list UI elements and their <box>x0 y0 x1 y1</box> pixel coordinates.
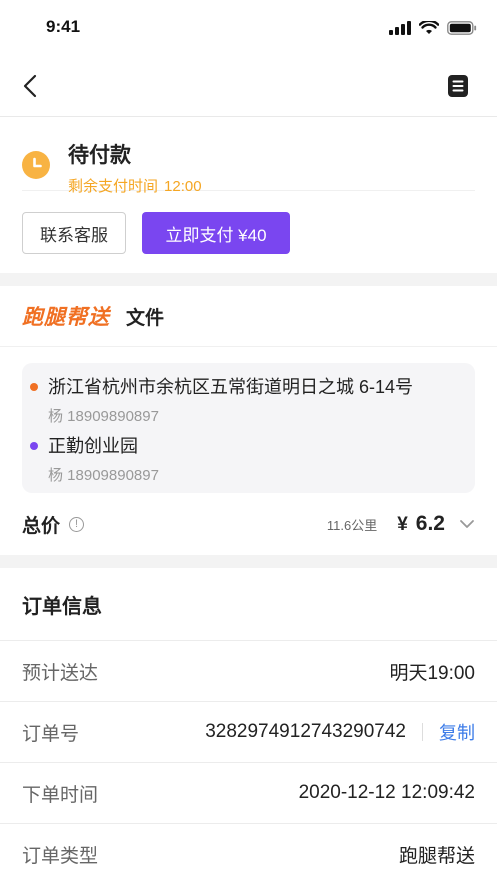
pickup-address: 浙江省杭州市余杭区五常街道明日之城 6-14号 杨 18909890897 <box>30 375 467 426</box>
total-label: 总价 <box>22 515 61 537</box>
pay-now-button[interactable]: 立即支付 ¥40 <box>142 212 290 254</box>
order-time-value: 2020-12-12 12:09:42 <box>298 782 475 803</box>
section-divider <box>0 555 497 568</box>
order-status-title: 待付款 <box>68 144 131 167</box>
order-number-row: 订单号 3282974912743290742 复制 <box>0 702 497 763</box>
total-price-row[interactable]: 总价 ! 11.6公里 ¥6.2 <box>0 493 497 555</box>
section-divider <box>0 273 497 286</box>
eta-label: 预计送达 <box>22 662 99 684</box>
document-icon <box>448 75 468 97</box>
order-type-row: 订单类型 跑腿帮送 <box>0 824 497 884</box>
action-bar: 联系客服 立即支付 ¥40 <box>22 191 475 273</box>
status-icons <box>389 21 477 35</box>
copy-divider <box>422 723 423 741</box>
dropoff-address: 正勤创业园 杨 18909890897 <box>30 434 467 485</box>
order-status-row: 待付款 剩余支付时间 12:00 <box>22 117 475 195</box>
currency-symbol: ¥ <box>397 514 408 535</box>
pickup-address-text: 浙江省杭州市余杭区五常街道明日之城 6-14号 <box>48 377 414 397</box>
order-time-row: 下单时间 2020-12-12 12:09:42 <box>0 763 497 824</box>
eta-row: 预计送达 明天19:00 <box>0 641 497 702</box>
status-time: 9:41 <box>46 17 81 36</box>
address-card: 浙江省杭州市余杭区五常街道明日之城 6-14号 杨 18909890897 正勤… <box>22 363 475 493</box>
service-header: 跑腿帮送 文件 <box>0 286 497 347</box>
dropoff-address-text: 正勤创业园 <box>48 436 138 456</box>
remaining-label: 剩余支付时间 <box>68 178 159 195</box>
order-type-label: 订单类型 <box>22 845 99 867</box>
dropoff-dot-icon <box>30 442 38 450</box>
chevron-down-icon[interactable] <box>459 519 475 529</box>
signal-icon <box>389 21 411 35</box>
remaining-time-text: 剩余支付时间 12:00 <box>68 175 202 196</box>
order-status-section: 待付款 剩余支付时间 12:00 联系客服 立即支付 ¥40 <box>0 117 497 273</box>
copy-button[interactable]: 复制 <box>439 719 475 745</box>
nav-bar <box>0 56 497 117</box>
remaining-time-value: 12:00 <box>164 178 202 195</box>
pickup-dot-icon <box>30 383 38 391</box>
total-price: ¥6.2 <box>397 512 445 536</box>
wifi-icon <box>419 21 439 34</box>
order-detail-button[interactable] <box>447 74 473 100</box>
chevron-left-icon <box>23 74 37 98</box>
battery-icon <box>447 21 477 35</box>
info-icon[interactable]: ! <box>69 516 85 532</box>
distance: 11.6公里 <box>326 517 378 533</box>
contact-service-button[interactable]: 联系客服 <box>22 212 126 254</box>
eta-value: 明天19:00 <box>389 662 475 684</box>
order-type-value: 跑腿帮送 <box>398 845 475 867</box>
brand-logo: 跑腿帮送 <box>22 306 110 329</box>
service-type: 文件 <box>126 307 165 329</box>
order-info-title: 订单信息 <box>0 568 497 641</box>
pickup-contact: 杨 18909890897 <box>48 408 159 425</box>
status-bar: 9:41 <box>0 0 497 56</box>
order-number-value: 3282974912743290742 <box>205 721 406 742</box>
total-price-value: 6.2 <box>415 512 445 535</box>
clock-icon <box>22 151 50 179</box>
dropoff-contact: 杨 18909890897 <box>48 467 159 484</box>
order-time-label: 下单时间 <box>22 784 99 806</box>
order-number-label: 订单号 <box>22 723 80 745</box>
back-button[interactable] <box>16 72 44 100</box>
